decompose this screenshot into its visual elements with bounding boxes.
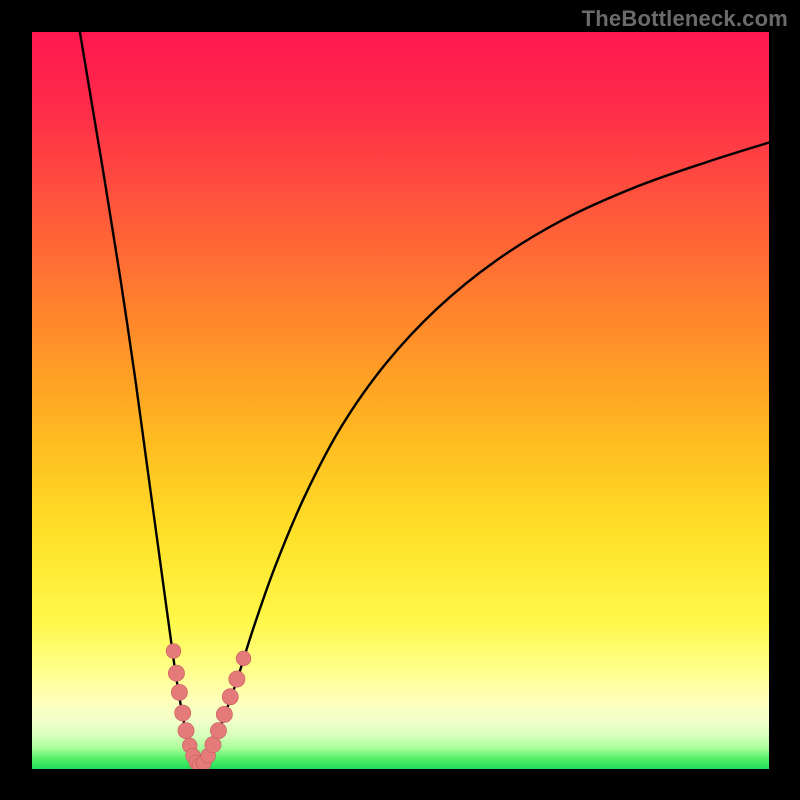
marker-point: [216, 706, 232, 722]
marker-point: [171, 684, 187, 700]
plot-area: [32, 32, 769, 769]
marker-point: [168, 665, 184, 681]
marker-point: [210, 723, 226, 739]
marker-point: [175, 705, 191, 721]
watermark-text: TheBottleneck.com: [582, 6, 788, 32]
curve-left-branch: [80, 32, 200, 769]
chart-frame: TheBottleneck.com: [0, 0, 800, 800]
marker-point: [236, 651, 251, 666]
marker-group: [166, 644, 251, 769]
marker-point: [178, 723, 194, 739]
marker-point: [166, 644, 181, 659]
chart-canvas: [32, 32, 769, 769]
marker-point: [222, 689, 238, 705]
marker-point: [229, 671, 245, 687]
curve-right-branch: [200, 143, 769, 769]
